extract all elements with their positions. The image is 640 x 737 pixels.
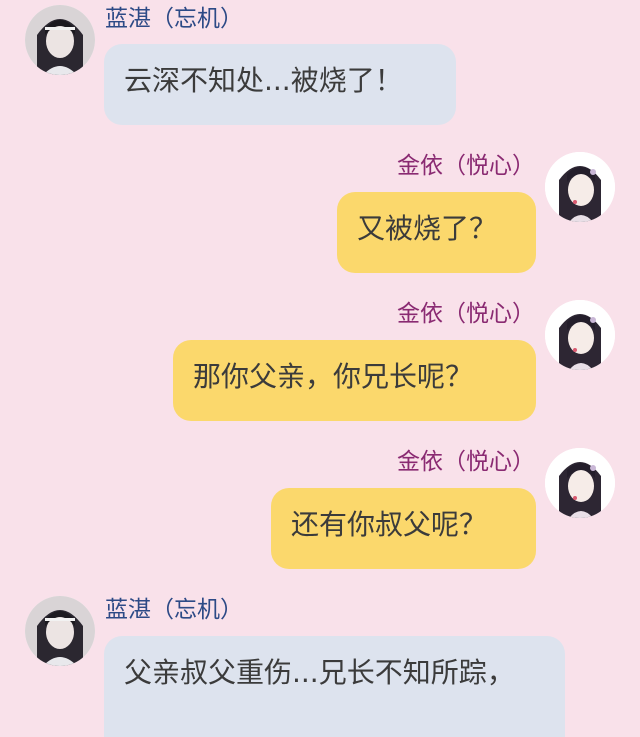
message-bubble[interactable]: 父亲叔父重伤...兄长不知所踪， <box>104 636 565 737</box>
jin-yi-avatar-icon[interactable] <box>545 300 615 370</box>
lan-zhan-avatar-icon[interactable] <box>25 5 95 75</box>
message-bubble[interactable]: 还有你叔父呢？ <box>271 488 536 569</box>
message-bubble[interactable]: 云深不知处...被烧了！ <box>104 44 456 125</box>
chat-conversation: 蓝湛（忘机） 云深不知处...被烧了！ 金依（悦心） 又被烧了？ 金依（悦心） … <box>0 0 640 737</box>
lan-zhan-avatar-icon[interactable] <box>25 596 95 666</box>
jin-yi-avatar-icon[interactable] <box>545 448 615 518</box>
sender-name: 金依（悦心） <box>397 301 535 327</box>
message-bubble[interactable]: 又被烧了？ <box>337 192 536 273</box>
sender-name: 蓝湛（忘机） <box>105 6 243 32</box>
sender-name: 金依（悦心） <box>397 153 535 179</box>
jin-yi-avatar-icon[interactable] <box>545 152 615 222</box>
sender-name: 蓝湛（忘机） <box>105 597 243 623</box>
sender-name: 金依（悦心） <box>397 449 535 475</box>
message-bubble[interactable]: 那你父亲，你兄长呢？ <box>173 340 536 421</box>
